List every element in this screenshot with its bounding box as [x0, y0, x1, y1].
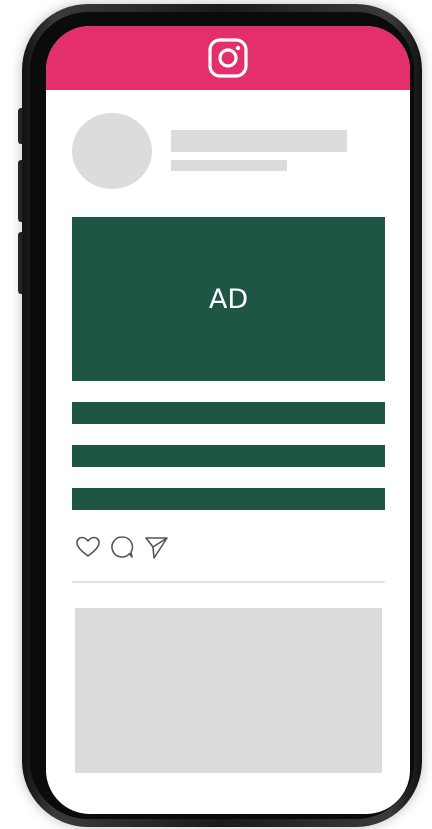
- send-icon[interactable]: [142, 533, 170, 561]
- post-divider: [72, 581, 385, 583]
- comment-icon[interactable]: [108, 533, 136, 561]
- caption-line: [72, 445, 385, 467]
- phone-screen: AD: [46, 26, 410, 814]
- instagram-logo-icon[interactable]: [207, 37, 249, 79]
- phone-mockup: AD: [0, 0, 432, 829]
- username-placeholder: [171, 130, 347, 152]
- caption-line: [72, 402, 385, 424]
- subtitle-placeholder: [171, 160, 287, 171]
- ad-label: AD: [208, 283, 249, 315]
- caption-line: [72, 488, 385, 510]
- avatar[interactable]: [72, 113, 152, 189]
- post-actions: [74, 533, 170, 561]
- app-header: [46, 26, 410, 90]
- next-post-image-placeholder[interactable]: [75, 608, 382, 773]
- heart-icon[interactable]: [74, 533, 102, 561]
- ad-banner[interactable]: AD: [72, 217, 385, 381]
